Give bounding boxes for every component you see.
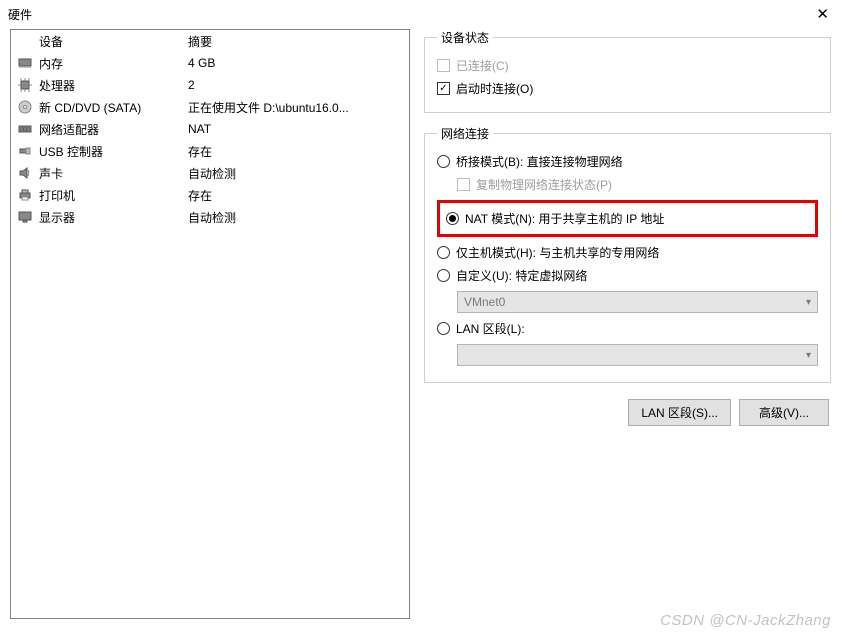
lan-segments-button[interactable]: LAN 区段(S)...	[628, 399, 731, 426]
hardware-row[interactable]: 打印机 存在	[11, 184, 409, 206]
device-summary: 正在使用文件 D:\ubuntu16.0...	[188, 99, 403, 116]
device-status-legend: 设备状态	[437, 29, 493, 46]
hardware-row[interactable]: 网络适配器 NAT	[11, 118, 409, 140]
hostonly-radio[interactable]	[437, 246, 450, 259]
custom-network-combo: VMnet0 ▾	[457, 291, 818, 313]
connected-label: 已连接(C)	[456, 57, 509, 74]
device-name: 新 CD/DVD (SATA)	[39, 99, 141, 116]
bridged-radio[interactable]	[437, 155, 450, 168]
nat-radio-row[interactable]: NAT 模式(N): 用于共享主机的 IP 地址	[446, 207, 809, 230]
lan-radio[interactable]	[437, 322, 450, 335]
device-summary: 4 GB	[188, 56, 403, 70]
network-connection-legend: 网络连接	[437, 125, 493, 142]
device-summary: 存在	[188, 187, 403, 204]
connect-on-power-row[interactable]: ✓ 启动时连接(O)	[437, 77, 818, 100]
hardware-row[interactable]: 新 CD/DVD (SATA) 正在使用文件 D:\ubuntu16.0...	[11, 96, 409, 118]
device-summary: 自动检测	[188, 165, 403, 182]
hardware-row[interactable]: 声卡 自动检测	[11, 162, 409, 184]
usb-icon	[17, 143, 33, 159]
device-name: 显示器	[39, 209, 75, 226]
network-connection-group: 网络连接 桥接模式(B): 直接连接物理网络 复制物理网络连接状态(P) NAT…	[424, 125, 831, 383]
cpu-icon	[17, 77, 33, 93]
bridged-label: 桥接模式(B): 直接连接物理网络	[456, 153, 623, 170]
display-icon	[17, 209, 33, 225]
chevron-down-icon: ▾	[806, 350, 811, 361]
lan-label: LAN 区段(L):	[456, 320, 525, 337]
net-icon	[17, 121, 33, 137]
nat-radio[interactable]	[446, 212, 459, 225]
hardware-header: 设备 摘要	[11, 30, 409, 52]
replicate-checkbox-row: 复制物理网络连接状态(P)	[457, 173, 818, 196]
device-summary: 存在	[188, 143, 403, 160]
custom-label: 自定义(U): 特定虚拟网络	[456, 267, 587, 284]
cd-icon	[17, 99, 33, 115]
printer-icon	[17, 187, 33, 203]
hostonly-label: 仅主机模式(H): 与主机共享的专用网络	[456, 244, 659, 261]
lan-radio-row[interactable]: LAN 区段(L):	[437, 317, 818, 340]
device-name: 打印机	[39, 187, 75, 204]
device-name: 内存	[39, 55, 63, 72]
device-name: 声卡	[39, 165, 63, 182]
settings-panel: 设备状态 已连接(C) ✓ 启动时连接(O) 网络连接 桥接模式(B): 直接连…	[420, 29, 835, 619]
custom-network-value: VMnet0	[464, 295, 505, 309]
device-status-group: 设备状态 已连接(C) ✓ 启动时连接(O)	[424, 29, 831, 113]
connected-checkbox-row: 已连接(C)	[437, 54, 818, 77]
close-icon[interactable]: ✕	[810, 7, 835, 22]
window-title: 硬件	[8, 6, 32, 23]
hardware-row[interactable]: USB 控制器 存在	[11, 140, 409, 162]
connected-checkbox	[437, 59, 450, 72]
header-summary: 摘要	[188, 33, 403, 50]
advanced-button[interactable]: 高级(V)...	[739, 399, 829, 426]
device-name: 网络适配器	[39, 121, 99, 138]
sound-icon	[17, 165, 33, 181]
bridged-radio-row[interactable]: 桥接模式(B): 直接连接物理网络	[437, 150, 818, 173]
device-name: 处理器	[39, 77, 75, 94]
device-name: USB 控制器	[39, 143, 103, 160]
nat-highlight: NAT 模式(N): 用于共享主机的 IP 地址	[437, 200, 818, 237]
replicate-label: 复制物理网络连接状态(P)	[476, 176, 612, 193]
hostonly-radio-row[interactable]: 仅主机模式(H): 与主机共享的专用网络	[437, 241, 818, 264]
hardware-list: 设备 摘要 内存 4 GB 处理器 2 新 CD/DVD (SATA) 正在使用文件 D:…	[10, 29, 410, 619]
connect-on-power-label: 启动时连接(O)	[456, 80, 533, 97]
chevron-down-icon: ▾	[806, 297, 811, 308]
header-device: 设备	[39, 33, 63, 50]
custom-radio[interactable]	[437, 269, 450, 282]
device-summary: NAT	[188, 122, 403, 136]
lan-segment-combo: ▾	[457, 344, 818, 366]
button-row: LAN 区段(S)... 高级(V)...	[424, 395, 831, 430]
device-summary: 2	[188, 78, 403, 92]
hardware-row[interactable]: 显示器 自动检测	[11, 206, 409, 228]
custom-radio-row[interactable]: 自定义(U): 特定虚拟网络	[437, 264, 818, 287]
replicate-checkbox	[457, 178, 470, 191]
hardware-row[interactable]: 处理器 2	[11, 74, 409, 96]
device-summary: 自动检测	[188, 209, 403, 226]
hardware-row[interactable]: 内存 4 GB	[11, 52, 409, 74]
connect-on-power-checkbox[interactable]: ✓	[437, 82, 450, 95]
nat-label: NAT 模式(N): 用于共享主机的 IP 地址	[465, 210, 664, 227]
memory-icon	[17, 55, 33, 71]
